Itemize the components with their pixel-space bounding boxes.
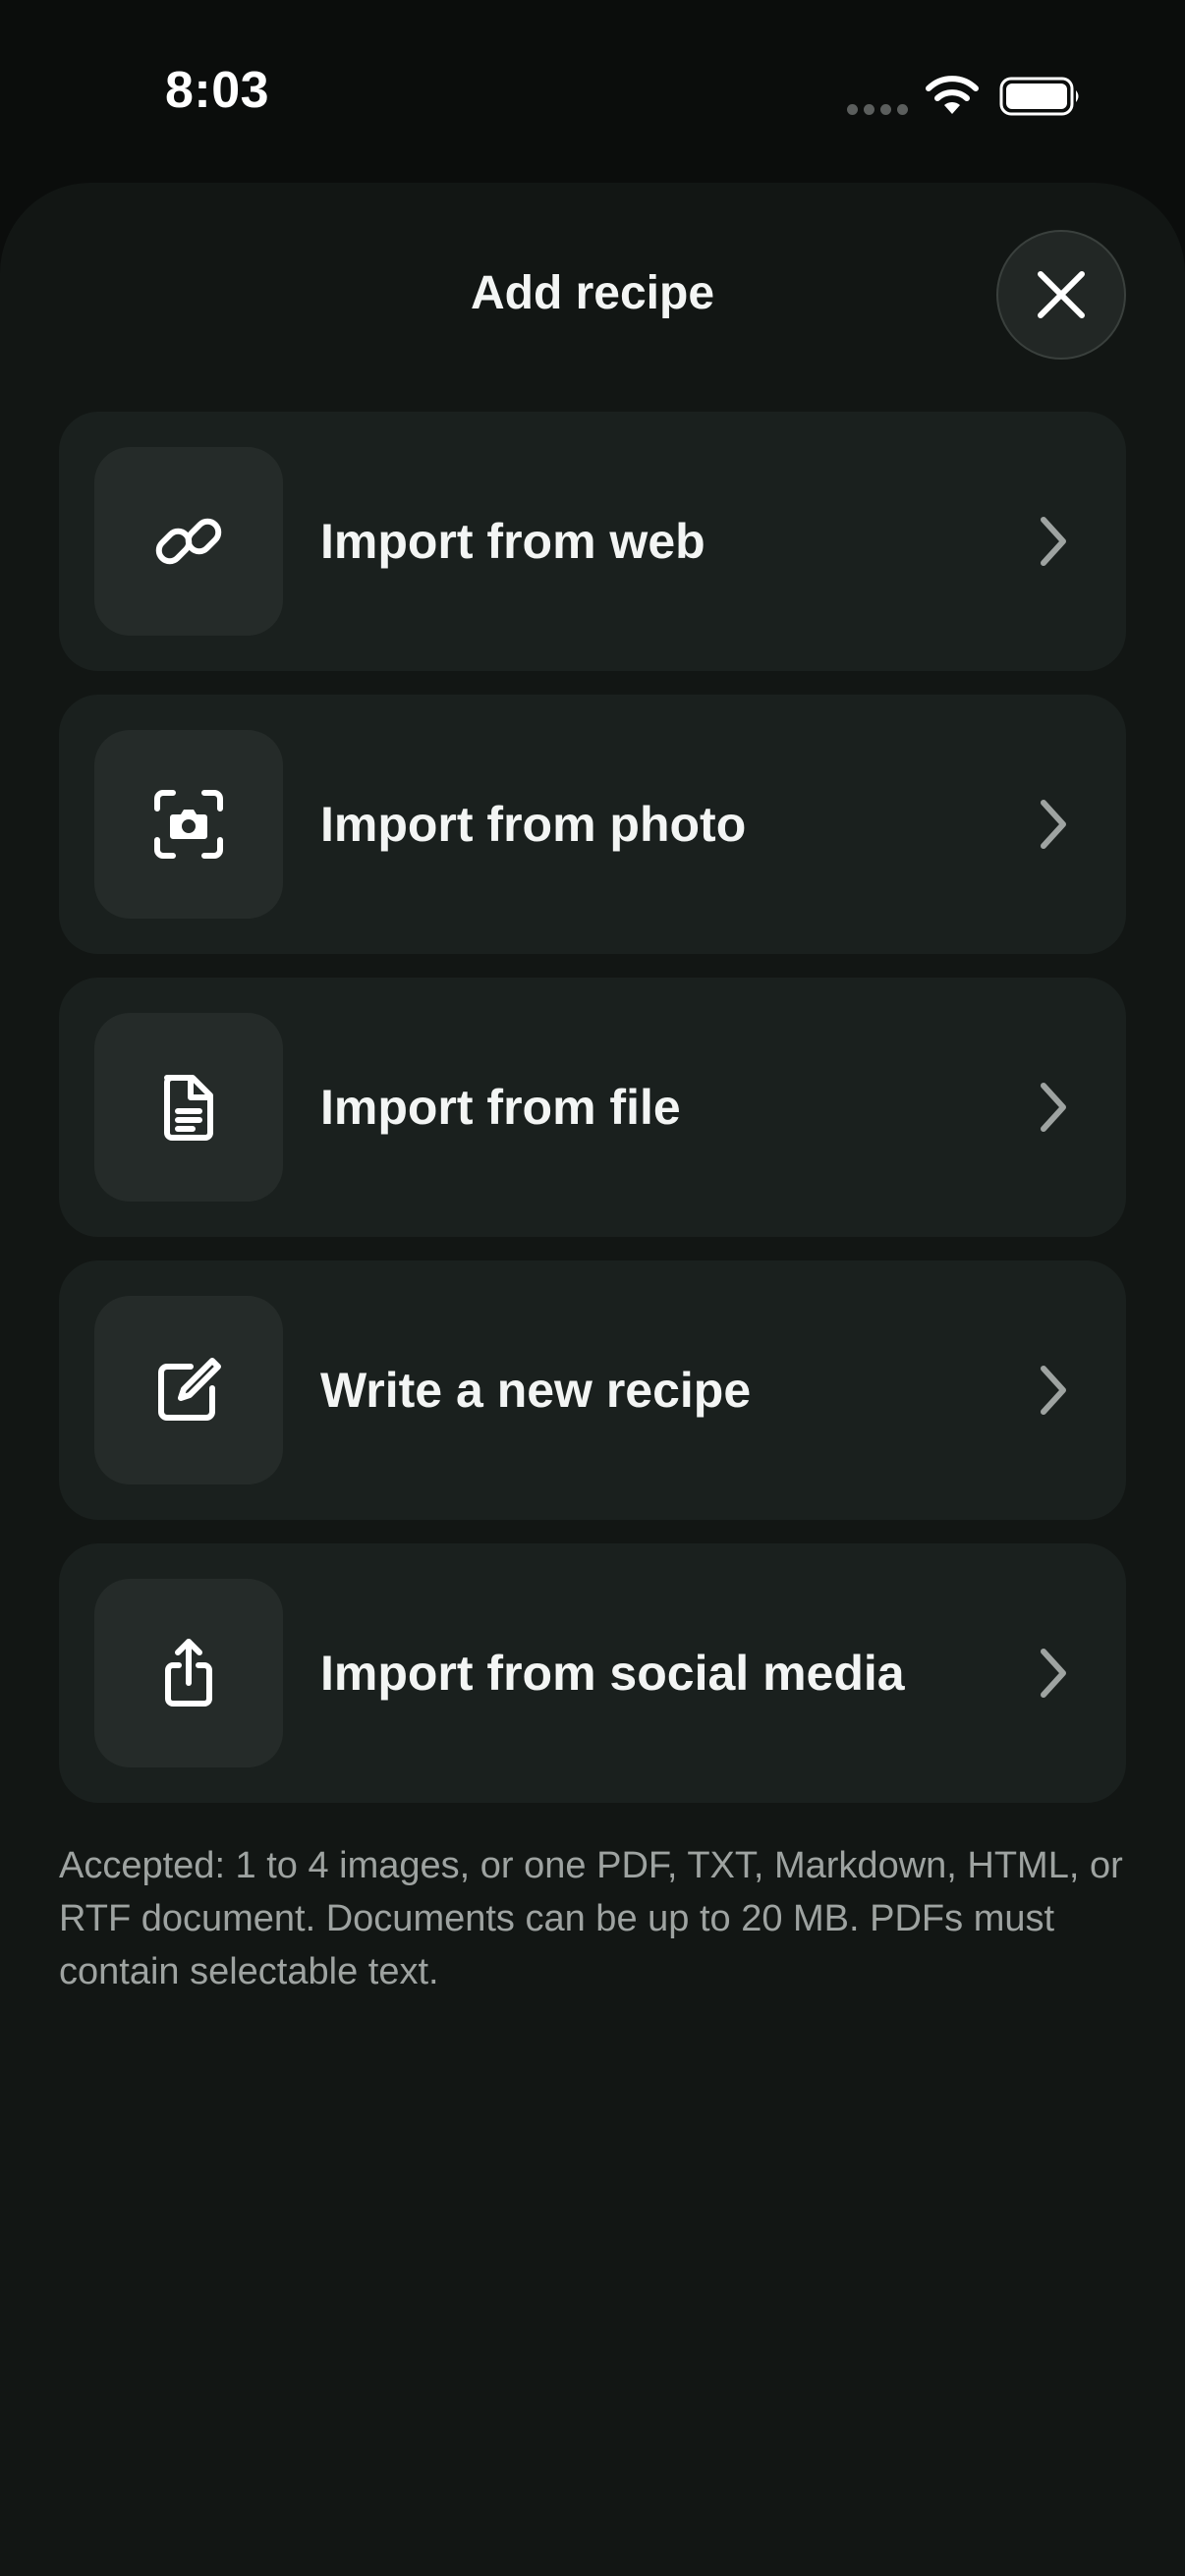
option-label: Import from file xyxy=(320,1080,681,1135)
write-new-recipe-button[interactable]: Write a new recipe xyxy=(59,1260,1126,1520)
chevron-right-icon xyxy=(1041,1366,1066,1415)
option-label: Import from web xyxy=(320,514,705,569)
camera-scan-icon xyxy=(154,790,223,859)
accepted-formats-note: Accepted: 1 to 4 images, or one PDF, TXT… xyxy=(59,1845,1123,1992)
option-list: Import from web Import from photo Import… xyxy=(59,412,1126,1826)
chevron-right-icon xyxy=(1041,800,1066,849)
link-icon xyxy=(155,518,222,565)
chevron-right-icon xyxy=(1041,1649,1066,1698)
status-bar: 8:03 xyxy=(0,0,1185,187)
chevron-right-icon xyxy=(1041,1083,1066,1132)
share-icon xyxy=(165,1639,212,1707)
option-icon-box xyxy=(94,1296,283,1484)
screen: 8:03 Add recipe Import from web Import f… xyxy=(0,0,1185,2576)
option-icon-box xyxy=(94,1579,283,1767)
import-from-file-button[interactable]: Import from file xyxy=(59,978,1126,1237)
wifi-icon xyxy=(926,76,979,114)
option-icon-box xyxy=(94,1013,283,1202)
add-recipe-sheet: Add recipe Import from web Import from p… xyxy=(0,183,1185,2576)
option-label: Import from social media xyxy=(320,1646,905,1701)
chevron-right-icon xyxy=(1041,517,1066,566)
import-from-photo-button[interactable]: Import from photo xyxy=(59,695,1126,954)
close-button[interactable] xyxy=(996,230,1126,360)
compose-icon xyxy=(158,1358,221,1421)
cellular-signal-icon xyxy=(847,104,908,115)
battery-icon xyxy=(999,77,1079,116)
option-icon-box xyxy=(94,447,283,636)
status-time: 8:03 xyxy=(165,62,270,119)
option-label: Import from photo xyxy=(320,797,747,852)
import-from-social-media-button[interactable]: Import from social media xyxy=(59,1543,1126,1803)
import-from-web-button[interactable]: Import from web xyxy=(59,412,1126,671)
close-icon xyxy=(1038,271,1085,318)
option-label: Write a new recipe xyxy=(320,1363,752,1418)
document-icon xyxy=(164,1075,213,1141)
option-icon-box xyxy=(94,730,283,919)
